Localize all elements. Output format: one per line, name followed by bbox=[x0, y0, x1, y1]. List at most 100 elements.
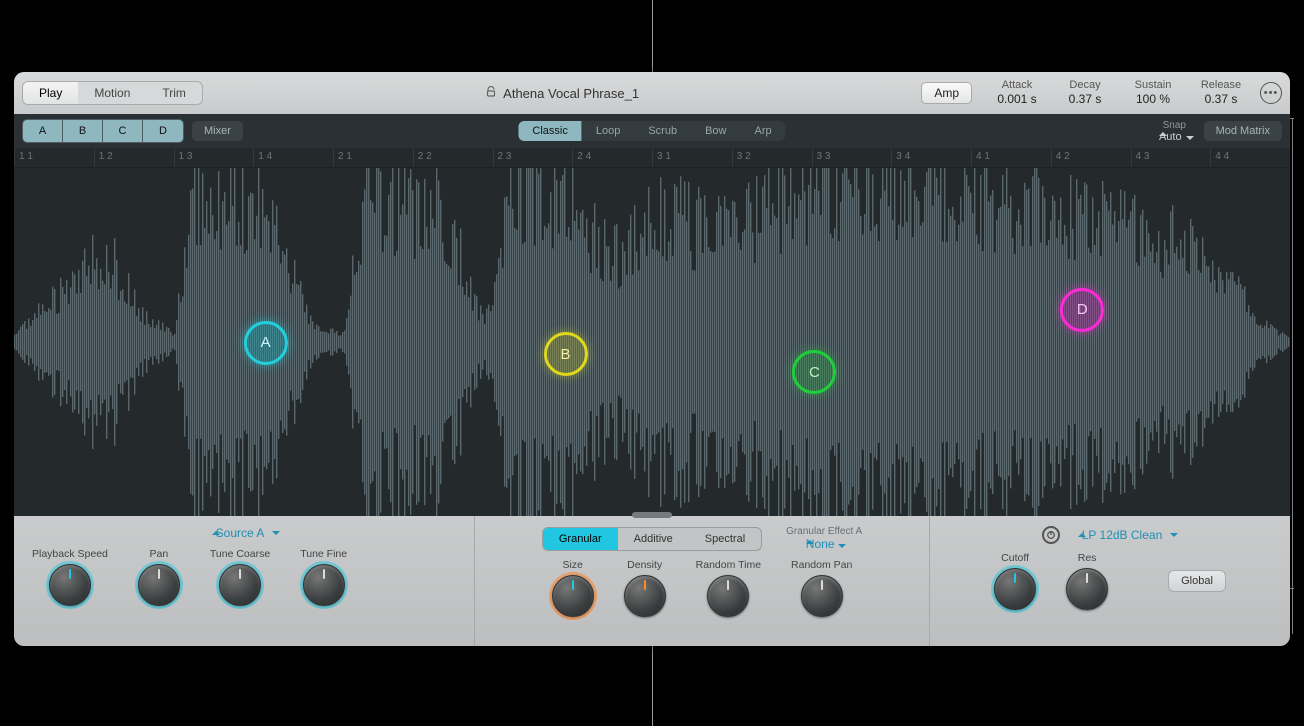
amp-button[interactable]: Amp bbox=[921, 82, 972, 104]
knob-label-tune-coarse: Tune Coarse bbox=[210, 548, 270, 560]
snap-label: Snap bbox=[1155, 120, 1194, 131]
knob-label-size: Size bbox=[562, 559, 582, 571]
random-time-knob[interactable] bbox=[707, 575, 749, 617]
mixer-button[interactable]: Mixer bbox=[192, 121, 243, 141]
waveform-svg bbox=[14, 168, 1290, 516]
marker-D[interactable]: D bbox=[1060, 288, 1104, 332]
cutoff-knob[interactable] bbox=[994, 568, 1036, 610]
filter-type-dropdown[interactable]: LP 12dB Clean bbox=[1074, 528, 1179, 542]
knob-label-random-pan: Random Pan bbox=[791, 559, 852, 571]
knob-label-cutoff: Cutoff bbox=[1001, 552, 1029, 564]
source-D-button[interactable]: D bbox=[143, 120, 183, 142]
callout-tick-right-top bbox=[1290, 118, 1294, 119]
mode-loop[interactable]: Loop bbox=[582, 121, 634, 141]
ruler-tick: 4 3 bbox=[1131, 148, 1211, 167]
time-ruler[interactable]: 1 1 1 2 1 3 1 4 2 1 2 2 2 3 2 4 3 1 3 2 … bbox=[14, 148, 1290, 168]
subbar: A B C D Mixer Classic Loop Scrub Bow Arp… bbox=[14, 114, 1290, 148]
playback-mode-tabs: Classic Loop Scrub Bow Arp bbox=[518, 121, 785, 141]
callout-line-right bbox=[1292, 118, 1293, 634]
view-tabs: Play Motion Trim bbox=[22, 81, 203, 105]
marker-A[interactable]: A bbox=[244, 321, 288, 365]
knob-label-density: Density bbox=[627, 559, 662, 571]
waveform-area[interactable]: 1 1 1 2 1 3 1 4 2 1 2 2 2 3 2 4 3 1 3 2 … bbox=[14, 148, 1290, 516]
env-decay[interactable]: Decay 0.37 s bbox=[1060, 79, 1110, 108]
plugin-panel: Play Motion Trim Athena Vocal Phrase_1 A… bbox=[14, 72, 1290, 646]
density-knob[interactable] bbox=[624, 575, 666, 617]
pan-knob[interactable] bbox=[138, 564, 180, 606]
tune-coarse-knob[interactable] bbox=[219, 564, 261, 606]
snap-selector[interactable]: Snap Auto bbox=[1155, 120, 1194, 143]
env-release-label: Release bbox=[1196, 79, 1246, 93]
lock-icon[interactable] bbox=[485, 86, 497, 101]
engine-panel: Granular Additive Spectral Granular Effe… bbox=[474, 516, 930, 646]
tune-fine-knob[interactable] bbox=[303, 564, 345, 606]
more-menu-icon[interactable]: ••• bbox=[1260, 82, 1282, 104]
ruler-tick: 1 2 bbox=[94, 148, 174, 167]
callout-line-top bbox=[652, 0, 653, 72]
knob-label-tune-fine: Tune Fine bbox=[300, 548, 347, 560]
tab-play[interactable]: Play bbox=[23, 82, 78, 104]
engine-tabs: Granular Additive Spectral bbox=[542, 527, 762, 551]
ruler-tick: 2 3 bbox=[493, 148, 573, 167]
callout-line-bottom bbox=[652, 646, 653, 726]
granular-effect-value: None bbox=[786, 537, 862, 551]
engine-tab-spectral[interactable]: Spectral bbox=[689, 528, 761, 550]
knob-label-res: Res bbox=[1078, 552, 1097, 564]
mode-bow[interactable]: Bow bbox=[691, 121, 740, 141]
source-B-button[interactable]: B bbox=[63, 120, 103, 142]
source-dropdown[interactable]: Source A bbox=[208, 526, 281, 540]
global-button[interactable]: Global bbox=[1168, 570, 1226, 592]
mode-classic[interactable]: Classic bbox=[518, 121, 581, 141]
source-buttons: A B C D bbox=[22, 119, 184, 143]
filter-power-icon[interactable] bbox=[1042, 526, 1060, 544]
envelope-params: Attack 0.001 s Decay 0.37 s Sustain 100 … bbox=[992, 79, 1246, 108]
env-sustain[interactable]: Sustain 100 % bbox=[1128, 79, 1178, 108]
env-release-value: 0.37 s bbox=[1196, 92, 1246, 107]
random-pan-knob[interactable] bbox=[801, 575, 843, 617]
ruler-tick: 3 4 bbox=[891, 148, 971, 167]
env-sustain-value: 100 % bbox=[1128, 92, 1178, 107]
ruler-tick: 1 1 bbox=[14, 148, 94, 167]
knob-label-playback-speed: Playback Speed bbox=[32, 548, 108, 560]
ruler-tick: 2 2 bbox=[413, 148, 493, 167]
mode-scrub[interactable]: Scrub bbox=[634, 121, 691, 141]
ruler-tick: 3 1 bbox=[652, 148, 732, 167]
engine-tab-additive[interactable]: Additive bbox=[618, 528, 689, 550]
playback-speed-knob[interactable] bbox=[49, 564, 91, 606]
source-A-button[interactable]: A bbox=[23, 120, 63, 142]
topbar: Play Motion Trim Athena Vocal Phrase_1 A… bbox=[14, 72, 1290, 114]
env-attack-label: Attack bbox=[992, 79, 1042, 93]
mode-arp[interactable]: Arp bbox=[740, 121, 785, 141]
env-release[interactable]: Release 0.37 s bbox=[1196, 79, 1246, 108]
granular-effect-selector[interactable]: Granular Effect A None bbox=[786, 526, 862, 551]
ruler-tick: 2 4 bbox=[572, 148, 652, 167]
knob-label-random-time: Random Time bbox=[696, 559, 761, 571]
ruler-tick: 4 2 bbox=[1051, 148, 1131, 167]
granular-effect-label: Granular Effect A bbox=[786, 526, 862, 537]
sample-title-area: Athena Vocal Phrase_1 bbox=[211, 86, 913, 101]
resize-handle[interactable] bbox=[632, 512, 672, 518]
engine-tab-granular[interactable]: Granular bbox=[543, 528, 618, 550]
ruler-tick: 4 1 bbox=[971, 148, 1051, 167]
res-knob[interactable] bbox=[1066, 568, 1108, 610]
env-decay-value: 0.37 s bbox=[1060, 92, 1110, 107]
sample-title[interactable]: Athena Vocal Phrase_1 bbox=[503, 86, 639, 101]
mod-matrix-button[interactable]: Mod Matrix bbox=[1204, 121, 1282, 141]
size-knob[interactable] bbox=[552, 575, 594, 617]
env-attack[interactable]: Attack 0.001 s bbox=[992, 79, 1042, 108]
env-sustain-label: Sustain bbox=[1128, 79, 1178, 93]
knob-label-pan: Pan bbox=[150, 548, 169, 560]
ruler-tick: 1 4 bbox=[253, 148, 333, 167]
ruler-tick: 3 2 bbox=[732, 148, 812, 167]
tab-motion[interactable]: Motion bbox=[78, 82, 146, 104]
callout-tick-right-bottom bbox=[1290, 588, 1294, 589]
ruler-tick: 3 3 bbox=[812, 148, 892, 167]
marker-B[interactable]: B bbox=[544, 332, 588, 376]
filter-panel: LP 12dB Clean Cutoff Res Global bbox=[930, 516, 1290, 646]
tab-trim[interactable]: Trim bbox=[146, 82, 202, 104]
ruler-tick: 2 1 bbox=[333, 148, 413, 167]
source-C-button[interactable]: C bbox=[103, 120, 143, 142]
source-panel: Source A Playback Speed Pan Tune Coarse … bbox=[14, 516, 474, 646]
env-attack-value: 0.001 s bbox=[992, 92, 1042, 107]
snap-value: Auto bbox=[1155, 131, 1194, 143]
